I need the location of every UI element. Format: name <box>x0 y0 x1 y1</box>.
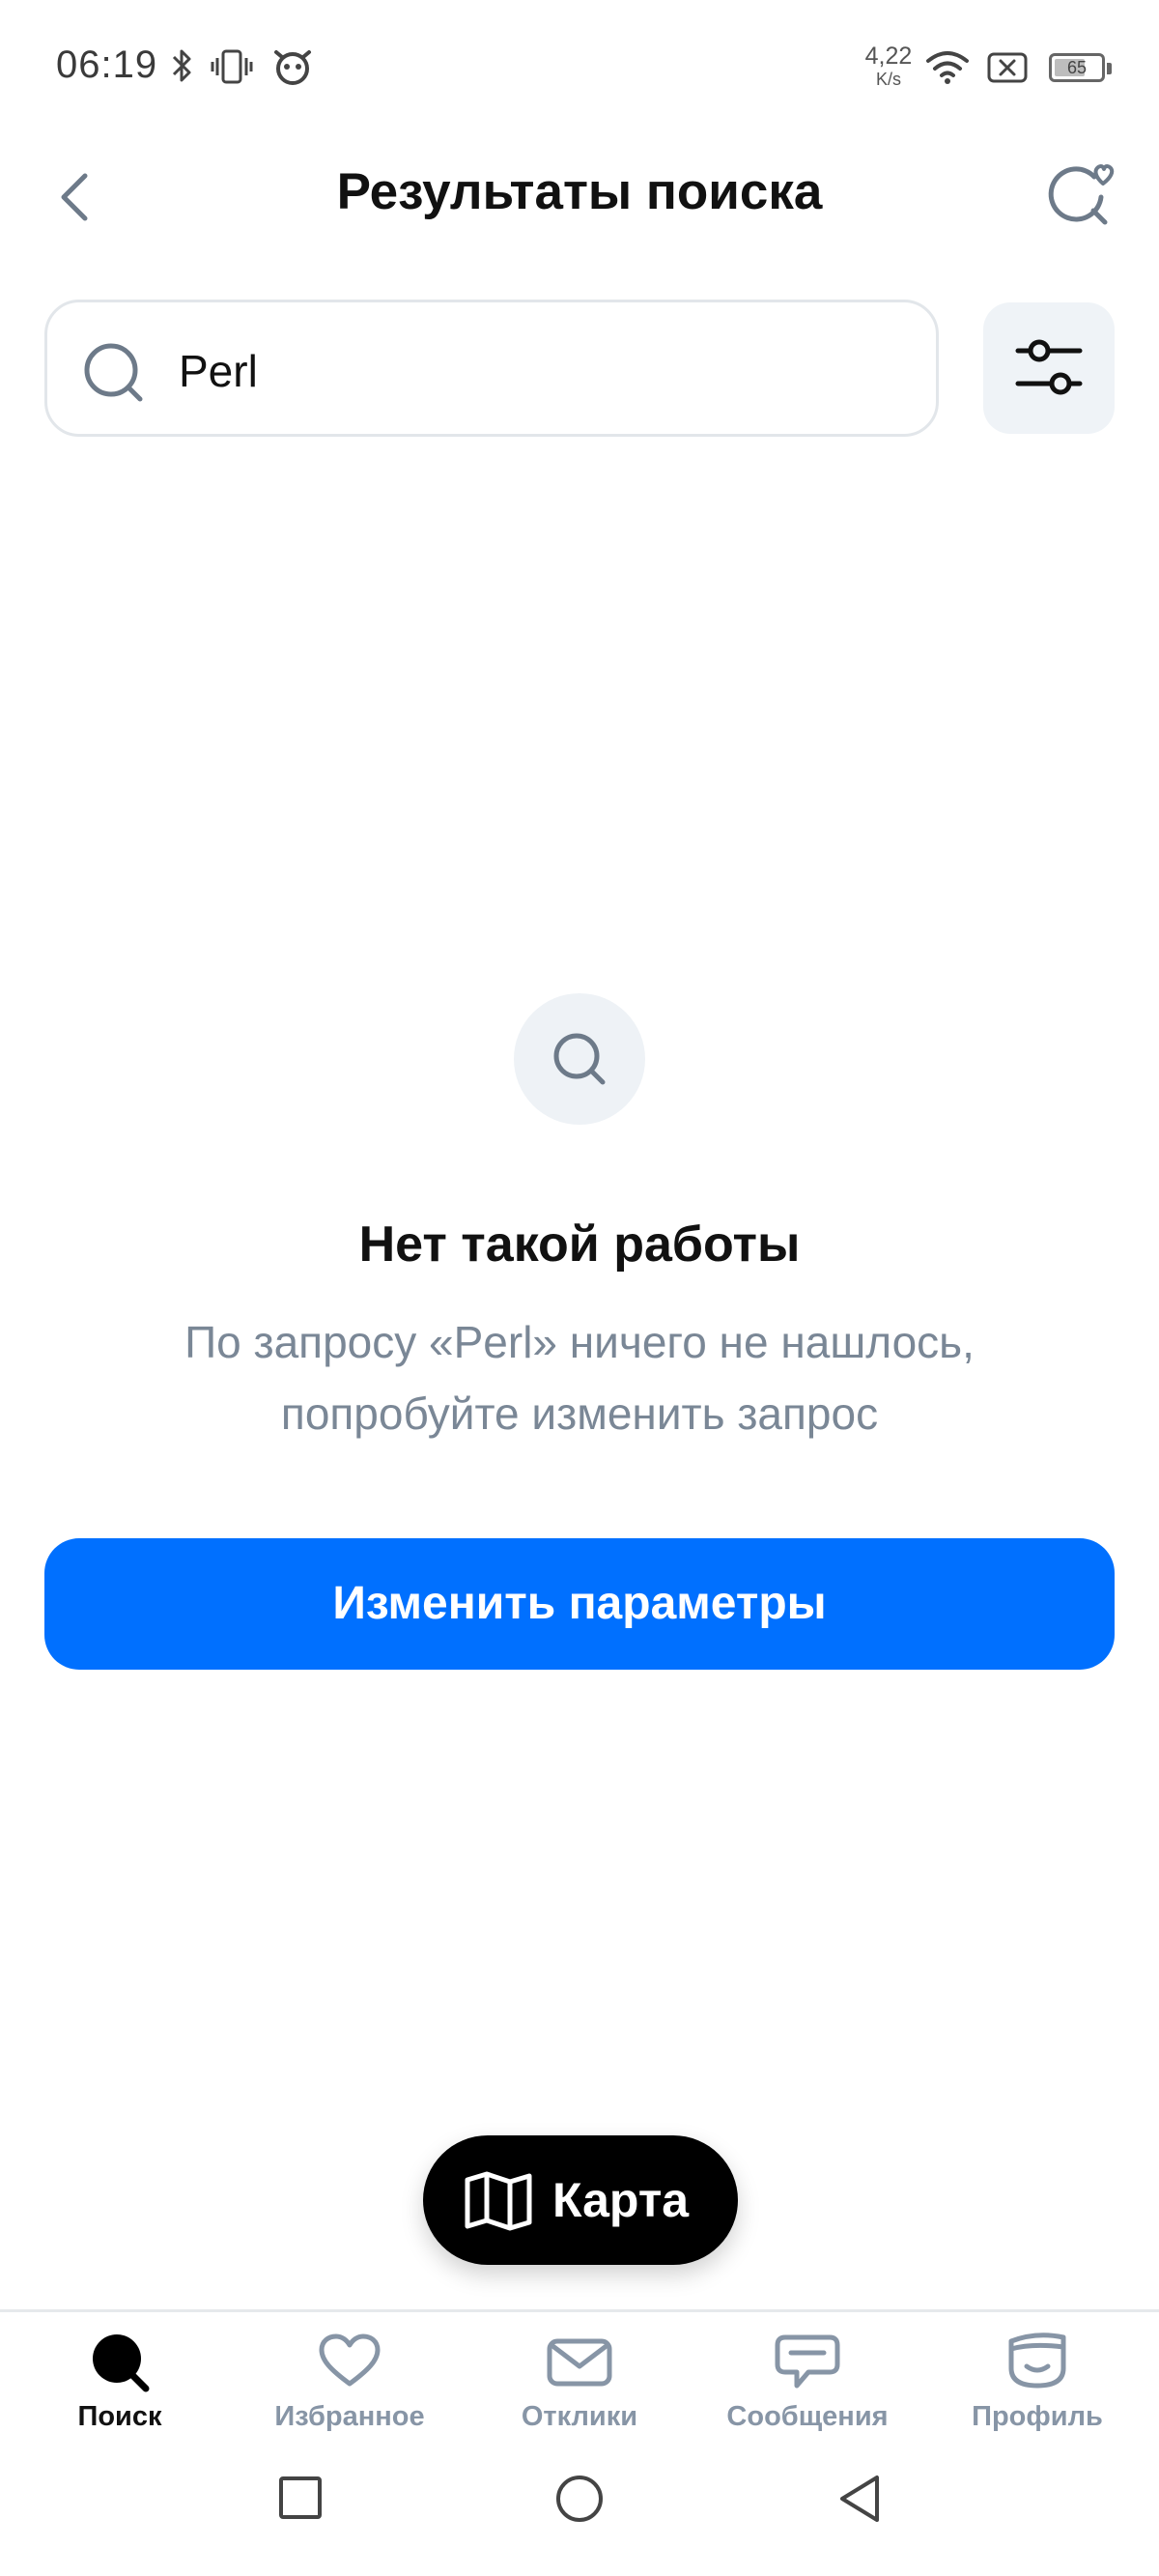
empty-state-title: Нет такой работы <box>358 1216 801 1273</box>
nav-item-label: Сообщения <box>726 2401 889 2432</box>
search-input[interactable] <box>179 337 893 405</box>
wifi-icon <box>926 51 969 84</box>
home-icon[interactable] <box>554 2474 605 2524</box>
recent-apps-icon[interactable] <box>276 2474 325 2522</box>
map-button[interactable]: Карта <box>423 2135 738 2265</box>
filter-sliders-icon <box>1015 339 1083 395</box>
chat-icon <box>775 2334 840 2389</box>
empty-state-description: По запросу «Perl» ничего не нашлось, поп… <box>97 1306 1062 1449</box>
back-triangle-icon[interactable] <box>836 2474 883 2524</box>
save-search-heart-icon[interactable] <box>1043 157 1120 234</box>
profile-icon <box>1008 2333 1066 2389</box>
nav-item-favorites[interactable]: Избранное <box>243 2330 456 2446</box>
search-field[interactable] <box>44 300 939 437</box>
back-arrow-icon[interactable] <box>50 166 99 228</box>
vibrate-icon <box>211 49 253 84</box>
battery-level: 65 <box>1066 58 1088 77</box>
status-time: 06:19 <box>56 43 158 86</box>
filter-button[interactable] <box>983 302 1115 434</box>
search-icon <box>93 2334 150 2392</box>
empty-state-illustration <box>514 993 645 1125</box>
network-speed-unit: K/s <box>875 70 901 89</box>
bottom-navigation: Поиск Избранное Отклики Сообщения Профил… <box>0 2309 1159 2445</box>
envelope-icon <box>547 2338 612 2387</box>
system-navigation-bar <box>0 2445 1159 2576</box>
nav-item-search[interactable]: Поиск <box>14 2330 226 2446</box>
screen: 06:19 4,22 K/s 65 Результаты поиска Perl… <box>0 0 1159 2576</box>
search-icon <box>553 1033 606 1085</box>
map-icon <box>465 2171 532 2231</box>
empty-state-description-line: попробуйте изменить запрос <box>280 1388 879 1439</box>
nav-item-label: Поиск <box>77 2401 162 2432</box>
nav-item-profile[interactable]: Профиль <box>931 2330 1144 2446</box>
nav-item-messages[interactable]: Сообщения <box>701 2330 914 2446</box>
bluetooth-icon <box>172 49 191 82</box>
nav-item-responses[interactable]: Отклики <box>473 2330 686 2446</box>
status-bar: 06:19 4,22 K/s 65 <box>0 0 1159 135</box>
search-icon <box>84 343 143 402</box>
heart-icon <box>319 2333 381 2387</box>
nav-item-label: Избранное <box>274 2401 425 2432</box>
change-parameters-button[interactable]: Изменить параметры <box>44 1538 1115 1670</box>
battery-icon: 65 <box>1049 53 1112 82</box>
map-button-label: Карта <box>552 2173 690 2227</box>
empty-state-description-line: По запросу «Perl» ничего не нашлось, <box>184 1317 975 1367</box>
network-speed-value: 4,22 <box>864 43 913 70</box>
page-title: Результаты поиска <box>336 163 823 220</box>
nav-item-label: Профиль <box>972 2401 1103 2432</box>
app-notification-icon <box>274 50 311 85</box>
network-speed: 4,22 K/s <box>860 43 918 89</box>
no-sim-icon <box>987 52 1028 83</box>
nav-item-label: Отклики <box>521 2401 638 2432</box>
